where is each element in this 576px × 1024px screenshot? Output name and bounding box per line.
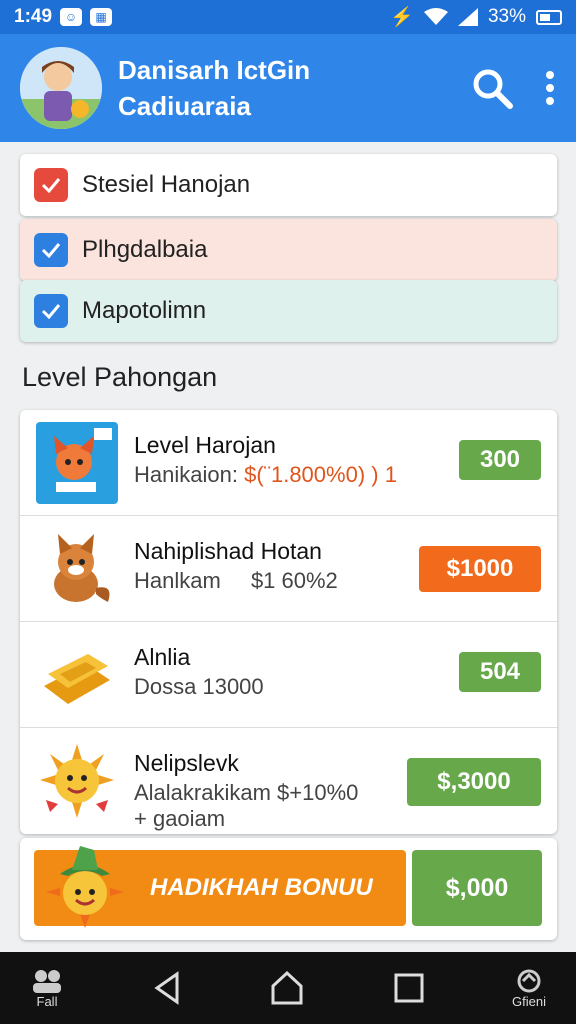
price-button[interactable]: $,3000 [407, 758, 541, 806]
level-detail-value: $(¨1.800%0) ) 1 [244, 462, 397, 487]
app-title-line1: Danisarh IctGin [118, 55, 311, 85]
signal-icon [457, 8, 478, 26]
level-name: Nahiplishad Hotan [134, 538, 322, 564]
app-title: Danisarh IctGin Cadiuaraia [118, 52, 310, 124]
fox-icon [54, 534, 110, 602]
level-detail: Alalakrakikam $+10%0 [134, 780, 359, 805]
gift-icon [517, 969, 541, 992]
bonus-button[interactable]: HADIKHAH BONUU [34, 846, 406, 928]
level-name: Nelipslevk [134, 750, 239, 776]
nav-label: Fall [36, 993, 58, 1009]
task-item[interactable]: Plhgdalbaia [20, 219, 557, 281]
battery-icon [536, 9, 562, 25]
nav-label: Gfieni [512, 993, 546, 1009]
level-list: Level Harojan Hanikaion: $(¨1.800%0) ) 1… [20, 410, 557, 834]
level-extra: + gaoiam [134, 806, 226, 831]
vibrate-icon: ⚡ [390, 7, 414, 28]
level-detail-label: Hanikaion: [134, 462, 238, 487]
price-button[interactable]: $1000 [419, 546, 541, 592]
sun-mascot-icon [40, 744, 114, 818]
bonus-label: HADIKHAH BONUU [150, 874, 373, 901]
recents-icon[interactable] [394, 973, 424, 1003]
level-name: Level Harojan [134, 432, 276, 458]
task-label: Plhgdalbaia [82, 236, 208, 263]
checkbox-checked-icon[interactable] [34, 168, 68, 202]
level-detail-label: Hanlkam [134, 568, 221, 593]
task-label: Stesiel Hanojan [82, 171, 251, 198]
price-button[interactable]: 300 [459, 440, 541, 480]
task-item[interactable]: Mapotolimn [20, 280, 557, 342]
bonus-card: HADIKHAH BONUU $,000 [20, 838, 557, 940]
home-icon[interactable] [269, 970, 305, 1006]
wifi-icon [423, 8, 448, 25]
list-item[interactable]: Nahiplishad Hotan Hanlkam $1 60%2 $1000 [20, 516, 557, 622]
search-icon[interactable] [470, 66, 514, 110]
checkbox-checked-icon[interactable] [34, 233, 68, 267]
app-title-line2: Cadiuaraia [118, 91, 251, 121]
level-detail: Dossa 13000 [134, 674, 264, 699]
section-title: Level Pahongan [22, 362, 218, 392]
fox-card-icon [36, 422, 118, 504]
status-time: 1:49 [14, 6, 53, 27]
price-button[interactable]: 504 [459, 652, 541, 692]
level-detail-value: $1 60%2 [250, 568, 338, 593]
list-item[interactable]: Level Harojan Hanikaion: $(¨1.800%0) ) 1… [20, 410, 557, 516]
nav-item-gifts[interactable]: Gfieni [512, 968, 546, 1009]
level-detail: Hanlkam $1 60%2 [134, 568, 338, 594]
more-vert-icon[interactable] [544, 70, 556, 106]
checkbox-checked-icon[interactable] [34, 294, 68, 328]
image-icon: ▦ [90, 8, 113, 26]
list-item[interactable]: Alnlia Dossa 13000 504 [20, 622, 557, 728]
list-item[interactable]: Nelipslevk Alalakrakikam $+10%0 + gaoiam… [20, 728, 557, 834]
level-detail: Hanikaion: $(¨1.800%0) ) 1 [134, 462, 397, 488]
people-icon [33, 969, 61, 993]
back-icon[interactable] [153, 971, 181, 1005]
nav-item-fall[interactable]: Fall [30, 968, 64, 1009]
avatar[interactable] [20, 47, 102, 129]
bonus-price-button[interactable]: $,000 [412, 850, 542, 926]
battery-percent: 33% [487, 6, 526, 27]
status-bar: 1:49 ☺ ▦ ⚡ 33% [0, 0, 576, 34]
task-label: Mapotolimn [82, 297, 207, 324]
navigation-bar: Fall Gfieni [0, 952, 576, 1024]
gold-bars-icon [44, 654, 110, 704]
message-icon: ☺ [60, 8, 83, 26]
sun-hat-mascot-icon [46, 846, 124, 928]
task-item[interactable]: Stesiel Hanojan [20, 154, 557, 216]
level-name: Alnlia [134, 644, 191, 670]
app-bar: Danisarh IctGin Cadiuaraia [0, 34, 576, 142]
